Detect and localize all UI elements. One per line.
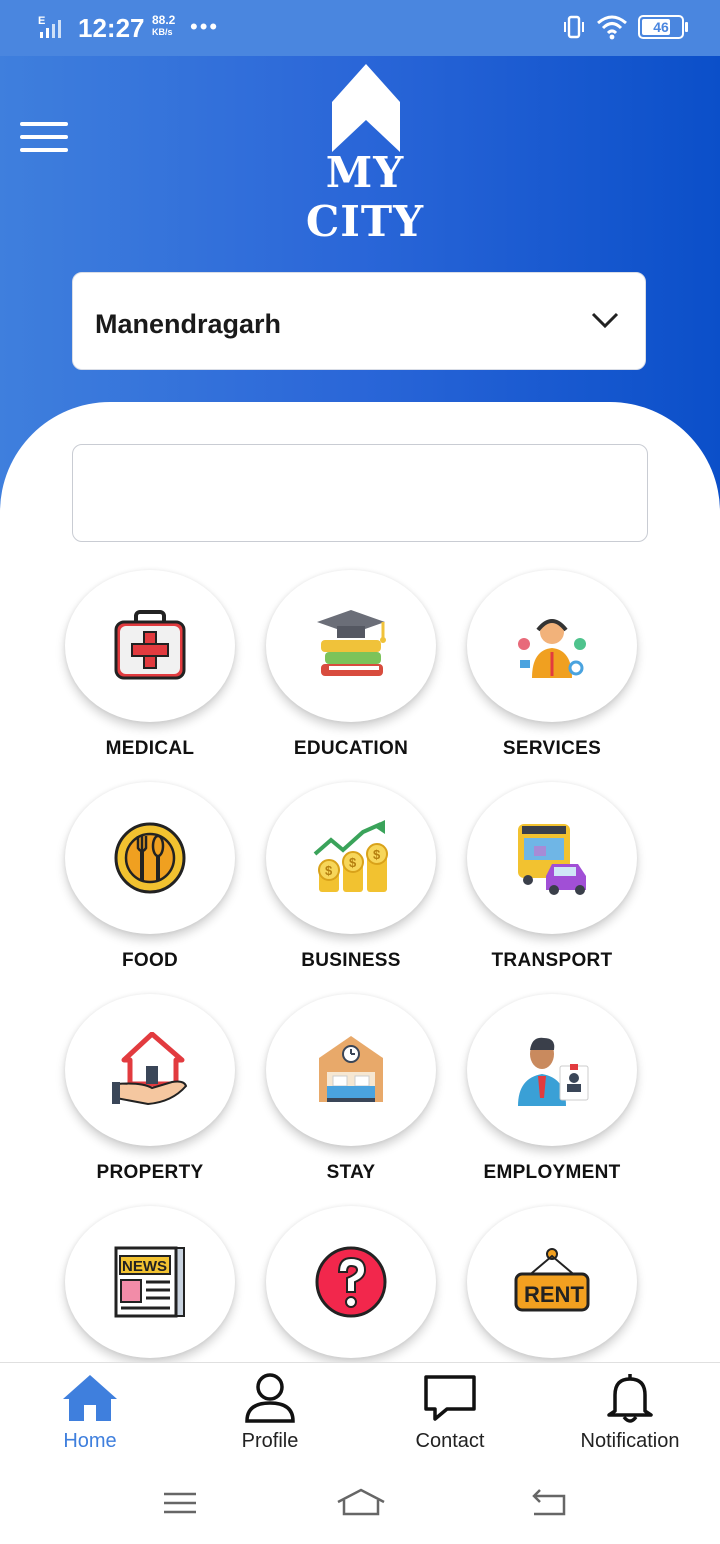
app-logo: MY CITY (260, 62, 470, 246)
category-icon-circle (65, 994, 235, 1146)
rent-badge-text: RENT (524, 1282, 584, 1307)
category-icon-circle (65, 782, 235, 934)
battery-level: 46 (653, 19, 669, 35)
chat-bubble-icon (424, 1375, 476, 1421)
user-icon (245, 1373, 295, 1423)
back-icon[interactable] (530, 1486, 570, 1522)
home-system-icon[interactable] (336, 1486, 386, 1522)
svg-text:$: $ (373, 847, 381, 862)
category-label: PROPERTY (96, 1162, 204, 1183)
hotel-bed-icon (319, 1036, 383, 1102)
logo-house-icon (332, 64, 400, 152)
category-medical[interactable]: MEDICAL (50, 570, 250, 760)
nav-contact[interactable]: Contact (360, 1363, 540, 1467)
plate-cutlery-icon (114, 822, 186, 894)
status-bar: E 12:27 88.2 KB/s ••• 46 (0, 0, 720, 56)
category-icon-circle (467, 994, 637, 1146)
home-icon (63, 1375, 117, 1421)
category-transport[interactable]: TRANSPORT (452, 782, 652, 972)
nav-label: Profile (241, 1430, 299, 1452)
businessman-id-icon (518, 1037, 589, 1106)
battery-icon: 46 (638, 15, 688, 39)
category-employment[interactable]: EMPLOYMENT (452, 994, 652, 1184)
bus-car-icon (518, 824, 586, 895)
vibrate-icon (564, 15, 584, 39)
graduation-books-icon (317, 610, 386, 676)
category-rent[interactable]: RENT (452, 1206, 652, 1374)
rent-sign-icon: RENT (514, 1248, 590, 1312)
bell-icon (607, 1374, 653, 1423)
nav-label: Home (63, 1430, 117, 1452)
category-label: TRANSPORT (491, 950, 613, 971)
recent-apps-icon[interactable] (162, 1486, 198, 1522)
bottom-navigation: Home Profile Contact Notification (0, 1362, 720, 1467)
logo-text: MY CITY (305, 148, 425, 246)
category-icon-circle (266, 994, 436, 1146)
category-label: STAY (326, 1162, 376, 1183)
svg-text:$: $ (349, 855, 357, 870)
chevron-down-icon (591, 312, 619, 329)
network-type: E (38, 15, 45, 27)
nav-home[interactable]: Home (0, 1363, 180, 1467)
nav-label: Notification (580, 1430, 680, 1452)
category-business[interactable]: $ $ $ BUSINESS (251, 782, 451, 972)
category-services[interactable]: SERVICES (452, 570, 652, 760)
speed-unit: KB/s (152, 27, 173, 37)
category-property[interactable]: PROPERTY (50, 994, 250, 1184)
first-aid-kit-icon (114, 610, 186, 680)
system-navigation-bar (0, 1466, 720, 1544)
city-dropdown-value: Manendragarh (95, 309, 282, 339)
category-label: EMPLOYMENT (483, 1162, 621, 1183)
category-icon-circle (266, 570, 436, 722)
clock: 12:27 (78, 13, 145, 43)
category-label: FOOD (121, 950, 179, 971)
network-speed: 88.2 KB/s (152, 14, 175, 38)
growth-coins-icon: $ $ $ (313, 820, 388, 892)
nav-label: Contact (415, 1430, 485, 1452)
wifi-icon (597, 15, 627, 40)
category-label: MEDICAL (105, 738, 195, 759)
category-icon-circle (467, 782, 637, 934)
svg-text:$: $ (325, 863, 333, 878)
category-help[interactable] (251, 1206, 451, 1374)
category-education[interactable]: EDUCATION (251, 570, 451, 760)
hamburger-menu-icon[interactable] (20, 122, 68, 152)
search-input[interactable] (72, 444, 648, 542)
category-icon-circle (467, 570, 637, 722)
nav-notification[interactable]: Notification (540, 1363, 720, 1467)
city-dropdown[interactable]: Manendragarh (72, 272, 646, 370)
question-mark-icon (315, 1246, 387, 1318)
category-icon-circle: RENT (467, 1206, 637, 1358)
category-icon-circle (266, 1206, 436, 1358)
category-icon-circle (65, 570, 235, 722)
more-notifications: ••• (190, 14, 220, 39)
newspaper-badge-text: NEWS (122, 1258, 167, 1275)
category-icon-circle: NEWS (65, 1206, 235, 1358)
category-label: EDUCATION (293, 738, 409, 759)
category-label: SERVICES (502, 738, 602, 759)
category-stay[interactable]: STAY (251, 994, 451, 1184)
customer-support-icon (516, 614, 588, 680)
category-news[interactable]: NEWS (50, 1206, 250, 1374)
category-label: BUSINESS (301, 950, 401, 971)
category-food[interactable]: FOOD (50, 782, 250, 972)
category-icon-circle: $ $ $ (266, 782, 436, 934)
house-hand-icon (112, 1032, 188, 1106)
signal-icon: E (38, 15, 61, 38)
nav-profile[interactable]: Profile (180, 1363, 360, 1467)
speed-value: 88.2 (152, 13, 176, 27)
status-right-icons: 46 (562, 14, 688, 40)
newspaper-icon: NEWS (114, 1246, 185, 1318)
